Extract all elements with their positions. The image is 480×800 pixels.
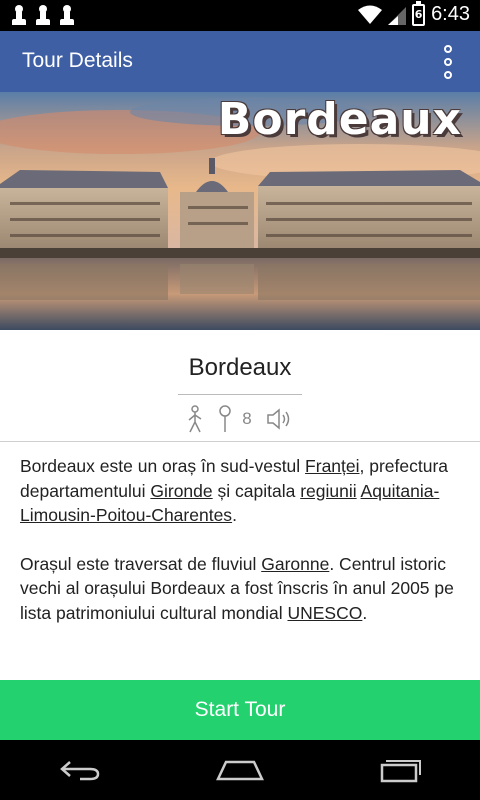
link-unesco[interactable]: UNESCO	[287, 603, 362, 623]
system-nav-bar	[0, 740, 480, 800]
chess-pawn-icon	[12, 5, 26, 25]
status-bar: 6 6:43	[0, 0, 480, 31]
app-bar: Tour Details	[0, 31, 480, 92]
description-paragraph: Bordeaux este un oraș în sud-vestul Fran…	[20, 456, 449, 525]
section-divider	[0, 441, 480, 442]
title-divider	[178, 394, 302, 395]
signal-icon	[388, 6, 407, 25]
back-icon[interactable]	[50, 750, 110, 790]
tour-meta: 8	[0, 404, 480, 434]
recents-icon[interactable]	[370, 750, 430, 790]
walking-person-icon	[188, 405, 202, 433]
link-frantei[interactable]: Franței	[305, 456, 359, 476]
overflow-menu-icon[interactable]	[444, 45, 454, 79]
tour-details: Bordeaux 8 Bordeaux este un oraș în sud-…	[0, 330, 480, 680]
tour-description: Bordeaux este un oraș în sud-vestul Fran…	[20, 454, 466, 649]
chess-pawn-icon	[60, 5, 74, 25]
status-icons: 6 6:43	[358, 0, 470, 26]
speaker-icon	[266, 408, 289, 430]
hero-overlay-title: Bordeaux	[217, 94, 462, 145]
home-icon[interactable]	[210, 750, 270, 790]
notification-icons	[12, 5, 74, 25]
page-title: Tour Details	[22, 49, 133, 72]
stops-count: 8	[242, 409, 252, 428]
start-tour-button[interactable]: Start Tour	[0, 680, 480, 740]
link-gironde[interactable]: Gironde	[150, 481, 212, 501]
description-paragraph: Orașul este traversat de fluviul Garonne…	[20, 553, 454, 623]
map-pin-icon	[219, 405, 232, 432]
status-time: 6:43	[431, 3, 470, 25]
battery-icon: 6	[412, 0, 426, 26]
link-garonne[interactable]: Garonne	[261, 554, 329, 574]
hero-image: Bordeaux	[0, 92, 480, 330]
wifi-icon	[358, 5, 383, 24]
link-regiunii[interactable]: regiunii	[300, 481, 356, 501]
tour-name: Bordeaux	[188, 354, 292, 381]
chess-pawn-icon	[36, 5, 50, 25]
